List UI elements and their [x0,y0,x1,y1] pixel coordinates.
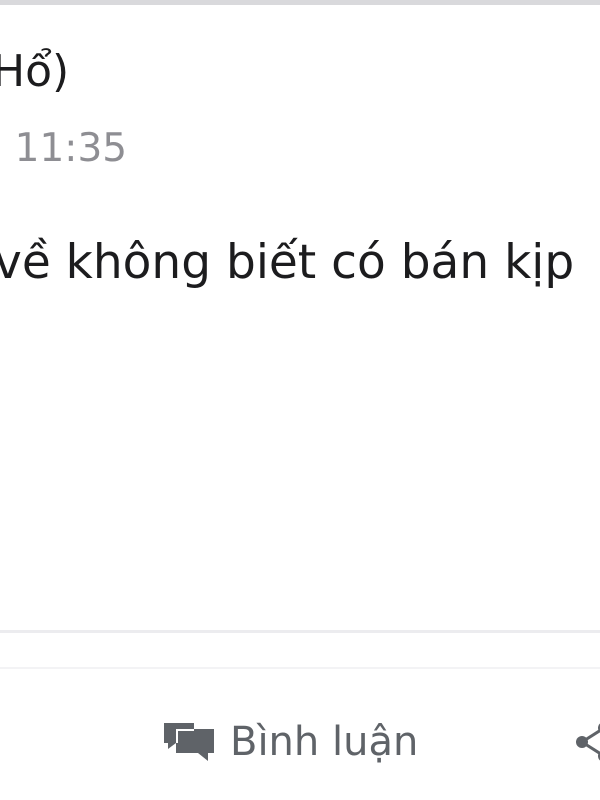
share-icon [576,723,600,761]
top-divider [0,0,600,5]
comment-icon [164,723,214,761]
share-button[interactable] [574,720,600,764]
action-bar-divider [0,667,600,669]
post-card: Hổ) ıc 11:35 về không biết có bán kịp ı … [0,0,600,800]
comment-label: Bình luận [230,719,419,765]
comment-button[interactable]: Bình luận [162,714,418,770]
content-divider [0,630,600,633]
post-author-name[interactable]: Hổ) [0,40,69,104]
post-timestamp: ıc 11:35 [0,126,128,171]
post-content-text: về không biết có bán kịp [0,235,575,290]
action-bar: ı Bình luận [0,688,600,798]
